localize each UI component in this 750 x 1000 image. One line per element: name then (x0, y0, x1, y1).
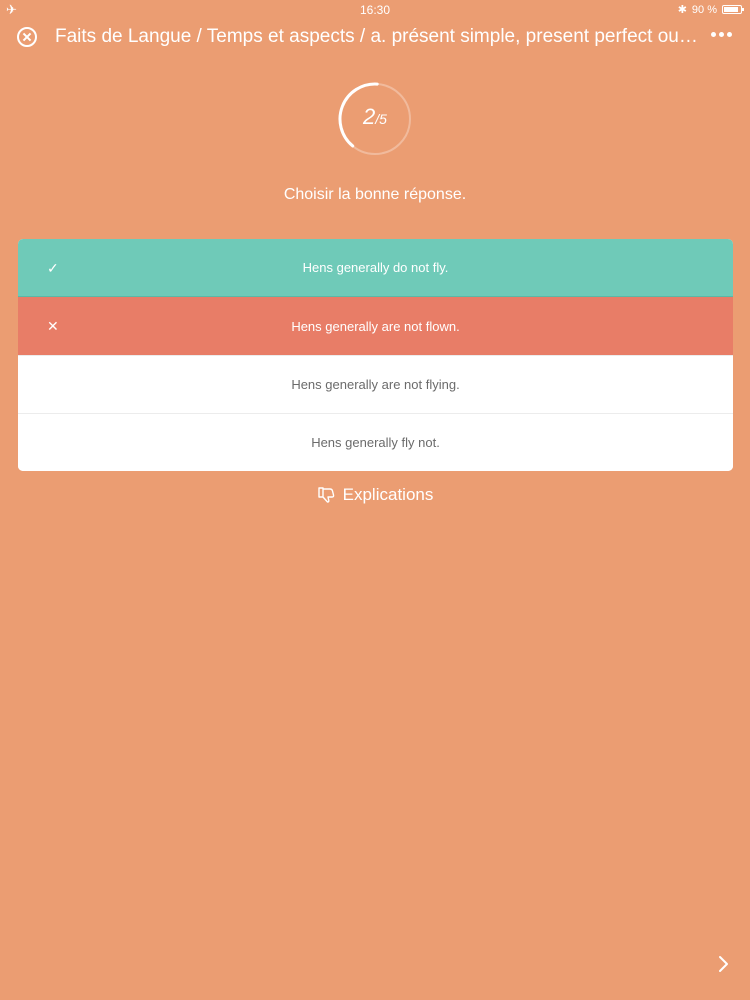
answer-option[interactable]: Hens generally are not flying. (18, 355, 733, 413)
status-right: ✱ 90 % (677, 3, 744, 16)
battery-percent: 90 % (691, 3, 717, 16)
progress-label: 2/5 (336, 104, 414, 130)
explications-button[interactable]: Explications (0, 485, 750, 505)
chevron-right-icon[interactable] (716, 954, 732, 974)
battery-icon (722, 5, 744, 14)
close-icon[interactable] (17, 27, 37, 47)
answer-option-correct[interactable]: ✓ Hens generally do not fly. (18, 239, 733, 297)
cross-icon: ✕ (47, 317, 59, 334)
status-bar: ✈ 16:30 ✱ 90 % (0, 0, 750, 20)
thumbs-down-icon (317, 486, 335, 504)
more-options-icon[interactable] (711, 32, 732, 37)
answer-option-wrong[interactable]: ✕ Hens generally are not flown. (18, 297, 733, 355)
status-time: 16:30 (359, 3, 391, 17)
progress-current: 2 (363, 104, 376, 129)
answer-option[interactable]: Hens generally fly not. (18, 413, 733, 471)
answer-list: ✓ Hens generally do not fly. ✕ Hens gene… (18, 239, 733, 471)
progress-indicator: 2/5 (336, 80, 414, 158)
answer-text: Hens generally are not flying. (291, 377, 460, 392)
page-title: Faits de Langue / Temps et aspects / a. … (55, 26, 700, 47)
answer-text: Hens generally fly not. (311, 435, 440, 450)
answer-text: Hens generally do not fly. (302, 260, 449, 275)
check-icon: ✓ (47, 259, 59, 276)
explications-label: Explications (342, 485, 434, 504)
header: Faits de Langue / Temps et aspects / a. … (0, 22, 750, 56)
progress-total: /5 (375, 111, 387, 127)
bluetooth-icon: ✱ (677, 4, 687, 16)
instruction-text: Choisir la bonne réponse. (283, 186, 467, 203)
answer-text: Hens generally are not flown. (291, 318, 460, 334)
